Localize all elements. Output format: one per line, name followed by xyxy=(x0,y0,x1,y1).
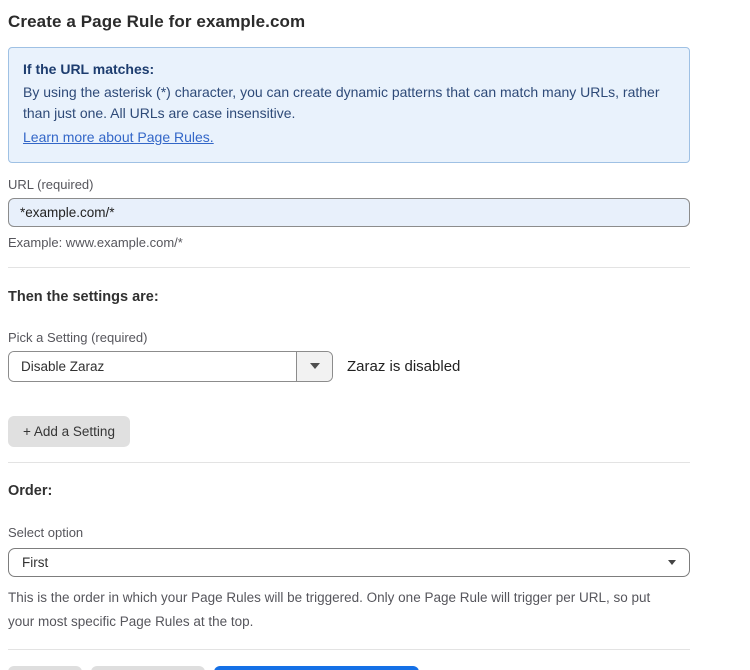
setting-select-dropdown-button[interactable] xyxy=(296,352,332,381)
action-row: Cancel Save as Draft Save and Deploy Pag… xyxy=(8,666,690,670)
learn-more-link[interactable]: Learn more about Page Rules. xyxy=(23,127,214,149)
url-match-info-box: If the URL matches: By using the asteris… xyxy=(8,47,690,163)
setting-select-value: Disable Zaraz xyxy=(9,352,296,381)
setting-picker-label: Pick a Setting (required) xyxy=(8,330,690,345)
dropdown-arrow-icon xyxy=(310,363,320,369)
settings-section-heading: Then the settings are: xyxy=(8,289,690,305)
cancel-button[interactable]: Cancel xyxy=(8,666,82,670)
setting-row: Disable Zaraz Zaraz is disabled xyxy=(8,351,690,382)
info-box-body: By using the asterisk (*) character, you… xyxy=(23,82,671,125)
save-as-draft-button[interactable]: Save as Draft xyxy=(91,666,205,670)
page-rule-form: Create a Page Rule for example.com If th… xyxy=(0,0,750,670)
save-and-deploy-button[interactable]: Save and Deploy Page Rule xyxy=(214,666,420,670)
section-divider xyxy=(8,649,690,650)
dropdown-arrow-icon xyxy=(668,560,676,565)
info-box-heading: If the URL matches: xyxy=(23,59,675,81)
page-title: Create a Page Rule for example.com xyxy=(8,12,690,32)
url-input[interactable] xyxy=(8,198,690,227)
section-divider xyxy=(8,267,690,268)
order-select-label: Select option xyxy=(8,525,690,540)
section-divider xyxy=(8,462,690,463)
order-select-value: First xyxy=(22,555,48,570)
url-example-text: Example: www.example.com/* xyxy=(8,235,690,250)
order-help-text: This is the order in which your Page Rul… xyxy=(8,586,670,634)
setting-status-text: Zaraz is disabled xyxy=(347,358,460,375)
order-select[interactable]: First xyxy=(8,548,690,577)
url-field-label: URL (required) xyxy=(8,177,690,192)
add-setting-button[interactable]: + Add a Setting xyxy=(8,416,130,447)
order-section-heading: Order: xyxy=(8,483,690,499)
setting-select[interactable]: Disable Zaraz xyxy=(8,351,333,382)
